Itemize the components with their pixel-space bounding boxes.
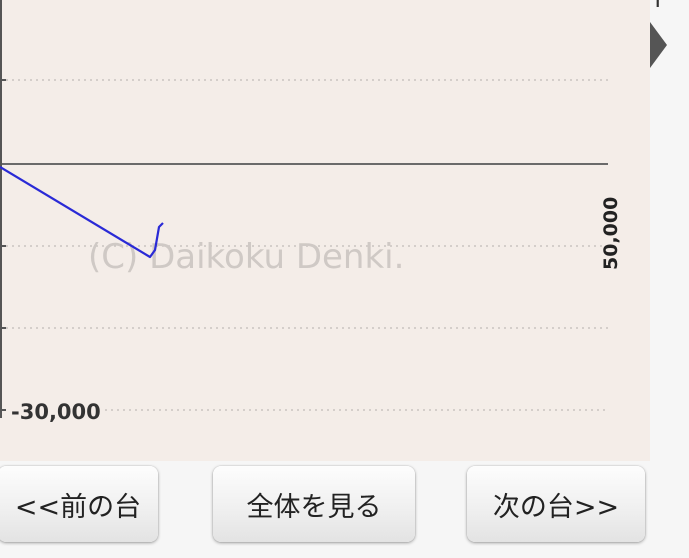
watermark-text: (C) Daikoku Denki. <box>88 237 404 277</box>
view-all-button[interactable]: 全体を見る <box>213 466 415 542</box>
prev-machine-button[interactable]: <<前の台 <box>0 466 158 542</box>
y-min-label: -30,000 <box>11 400 101 424</box>
screen: (C) Daikoku Denki. -30,000 50,000 T <<前の… <box>0 0 689 558</box>
corner-glyph: T <box>651 0 665 13</box>
right-scale-label: 50,000 <box>600 197 622 270</box>
slot-graph-panel: (C) Daikoku Denki. -30,000 50,000 <box>0 0 650 461</box>
next-machine-button[interactable]: 次の台>> <box>467 466 645 542</box>
slot-graph: (C) Daikoku Denki. -30,000 50,000 <box>0 0 622 424</box>
next-arrow-icon[interactable] <box>650 22 667 68</box>
